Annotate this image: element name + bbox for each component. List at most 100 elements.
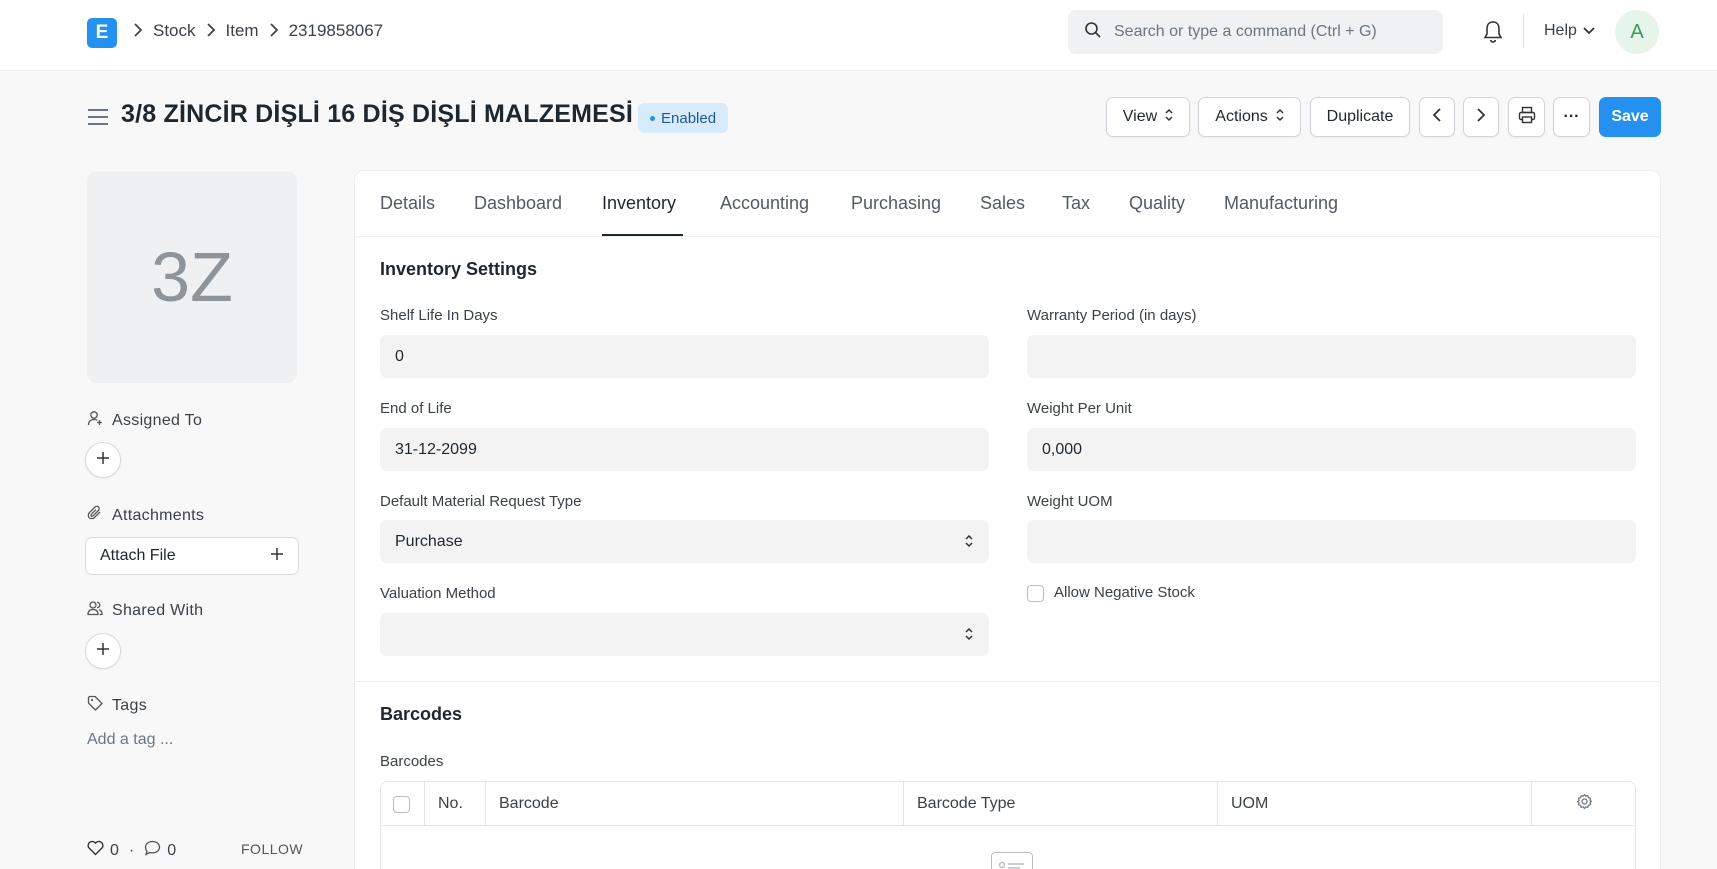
actions-button[interactable]: Actions (1198, 97, 1301, 137)
column-header-barcode: Barcode (486, 782, 904, 826)
previous-record-button[interactable] (1419, 97, 1455, 137)
gear-icon[interactable] (1576, 793, 1593, 815)
empty-state-icon (991, 852, 1033, 869)
tag-icon (87, 695, 103, 716)
column-settings-cell (1532, 782, 1635, 826)
app-logo[interactable]: E (87, 18, 117, 48)
sidebar-toggle-icon[interactable] (87, 108, 109, 130)
chevron-left-icon (1432, 107, 1442, 128)
weight-per-unit-label: Weight Per Unit (1027, 400, 1132, 417)
end-of-life-field[interactable]: 31-12-2099 (380, 428, 989, 471)
material-request-type-label: Default Material Request Type (380, 493, 582, 510)
allow-negative-stock-checkbox[interactable] (1027, 585, 1044, 602)
next-record-button[interactable] (1463, 97, 1499, 137)
add-share-button[interactable] (85, 633, 121, 669)
select-all-checkbox[interactable] (393, 795, 410, 813)
search-icon (1084, 21, 1102, 43)
attachments-label: Attachments (112, 506, 205, 524)
weight-per-unit-value: 0,000 (1042, 440, 1083, 458)
actions-label: Actions (1215, 108, 1268, 125)
breadcrumb-stock[interactable]: Stock (153, 21, 196, 41)
user-avatar[interactable]: A (1615, 10, 1659, 54)
tab-details[interactable]: Details (380, 193, 435, 214)
help-label: Help (1544, 22, 1577, 39)
form-card: Details Dashboard Inventory Accounting P… (354, 170, 1661, 869)
active-tab-indicator (602, 234, 683, 236)
add-tag-link[interactable]: Add a tag ... (87, 731, 173, 749)
follow-button[interactable]: FOLLOW (241, 841, 303, 857)
material-request-type-select[interactable]: Purchase (380, 520, 989, 563)
top-navbar: E Stock Item 2319858067 Help A (0, 0, 1717, 71)
navbar-divider (1523, 14, 1524, 48)
help-dropdown[interactable]: Help (1544, 22, 1595, 40)
attach-file-button[interactable]: Attach File (85, 537, 299, 575)
attachments-section: Attachments (87, 505, 204, 526)
status-label: Enabled (661, 109, 717, 127)
breadcrumb: Stock Item 2319858067 (133, 21, 383, 41)
tab-sales[interactable]: Sales (980, 193, 1025, 214)
table-header: No. Barcode Barcode Type UOM (381, 782, 1635, 826)
tags-label: Tags (112, 696, 147, 714)
more-options-button[interactable]: ··· (1553, 97, 1590, 137)
warranty-period-label: Warranty Period (in days) (1027, 307, 1197, 324)
valuation-method-select[interactable] (380, 613, 989, 656)
page-title: 3/8 ZİNCİR DİŞLİ 16 DİŞ DİŞLİ MALZEMESİ (121, 100, 634, 128)
paperclip-icon (87, 505, 103, 526)
barcodes-heading: Barcodes (380, 704, 463, 724)
plus-icon (96, 451, 110, 469)
print-button[interactable] (1508, 97, 1545, 137)
barcodes-table-label: Barcodes (380, 753, 444, 770)
sort-updown-icon (1276, 108, 1284, 127)
tags-section: Tags (87, 695, 147, 716)
plus-icon (270, 547, 284, 566)
breadcrumb-record[interactable]: 2319858067 (289, 21, 384, 41)
tab-manufacturing[interactable]: Manufacturing (1224, 193, 1338, 214)
tab-purchasing[interactable]: Purchasing (851, 193, 941, 214)
shared-with-label: Shared With (112, 601, 204, 619)
barcodes-table: No. Barcode Barcode Type UOM (380, 781, 1636, 869)
tab-quality[interactable]: Quality (1129, 193, 1185, 214)
heart-icon[interactable] (87, 840, 104, 861)
allow-negative-stock-label: Allow Negative Stock (1054, 584, 1195, 601)
add-assignee-button[interactable] (85, 442, 121, 478)
notification-bell-icon[interactable] (1482, 20, 1504, 48)
chevron-down-icon (1583, 22, 1595, 40)
assigned-to-label: Assigned To (112, 411, 203, 429)
search-bar[interactable] (1068, 10, 1443, 54)
comment-icon[interactable] (144, 840, 161, 861)
search-input[interactable] (1114, 23, 1424, 41)
tab-accounting[interactable]: Accounting (720, 193, 809, 214)
material-request-type-value: Purchase (395, 532, 463, 550)
tab-dashboard[interactable]: Dashboard (474, 193, 562, 214)
column-header-uom: UOM (1218, 782, 1532, 826)
assigned-to-section: Assigned To (87, 410, 202, 431)
attach-file-label: Attach File (100, 547, 176, 564)
section-divider (355, 681, 1660, 682)
status-badge: Enabled (638, 103, 729, 133)
plus-icon (96, 642, 110, 660)
comments-count: 0 (167, 841, 177, 859)
chevron-right-icon (1476, 107, 1486, 128)
end-of-life-label: End of Life (380, 400, 452, 417)
engagement-stats: 0 · 0 (87, 840, 176, 861)
end-of-life-value: 31-12-2099 (395, 440, 477, 458)
shelf-life-label: Shelf Life In Days (380, 307, 498, 324)
weight-uom-field[interactable] (1027, 520, 1636, 563)
view-label: View (1122, 108, 1158, 125)
shelf-life-value: 0 (395, 347, 404, 365)
duplicate-button[interactable]: Duplicate (1310, 97, 1410, 137)
valuation-method-label: Valuation Method (380, 585, 496, 602)
shelf-life-field[interactable]: 0 (380, 335, 989, 378)
tab-tax[interactable]: Tax (1062, 193, 1090, 214)
chevron-right-icon (133, 22, 143, 40)
weight-uom-label: Weight UOM (1027, 493, 1113, 510)
warranty-period-field[interactable] (1027, 335, 1636, 378)
item-image-placeholder[interactable]: 3Z (87, 171, 297, 383)
tab-inventory[interactable]: Inventory (602, 193, 676, 214)
breadcrumb-item[interactable]: Item (226, 21, 259, 41)
view-button[interactable]: View (1106, 97, 1190, 137)
weight-per-unit-field[interactable]: 0,000 (1027, 428, 1636, 471)
save-button[interactable]: Save (1599, 97, 1661, 137)
column-header-barcode-type: Barcode Type (904, 782, 1218, 826)
shared-with-section: Shared With (87, 600, 203, 621)
